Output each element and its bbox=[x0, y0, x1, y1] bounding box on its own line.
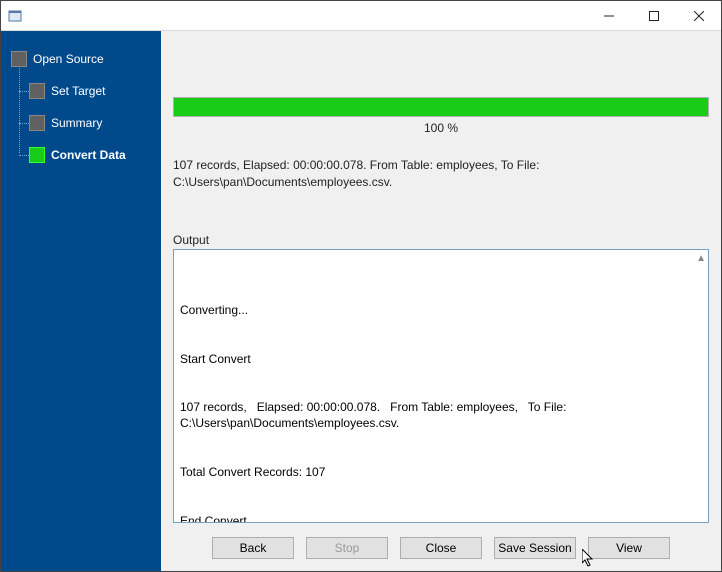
close-button[interactable] bbox=[676, 1, 721, 30]
step-icon bbox=[29, 115, 45, 131]
sidebar-item-label: Set Target bbox=[51, 84, 105, 98]
progress-bar bbox=[173, 97, 709, 117]
view-button[interactable]: View bbox=[588, 537, 670, 559]
step-icon-active bbox=[29, 147, 45, 163]
sidebar-item-set-target[interactable]: Set Target bbox=[9, 75, 161, 107]
app-icon bbox=[7, 8, 23, 24]
back-button[interactable]: Back bbox=[212, 537, 294, 559]
window-titlebar bbox=[1, 1, 721, 31]
output-line: Total Convert Records: 107 bbox=[180, 464, 702, 480]
output-line: Start Convert bbox=[180, 351, 702, 367]
maximize-button[interactable] bbox=[631, 1, 676, 30]
sidebar-item-convert-data[interactable]: Convert Data bbox=[9, 139, 161, 171]
output-line: Converting... bbox=[180, 302, 702, 318]
scroll-up-icon[interactable]: ▲ bbox=[696, 252, 706, 266]
window-controls bbox=[586, 1, 721, 30]
save-session-button[interactable]: Save Session bbox=[494, 537, 576, 559]
button-bar: Back Stop Close Save Session View bbox=[173, 523, 709, 563]
progress-bar-fill bbox=[174, 98, 708, 116]
output-line: 107 records, Elapsed: 00:00:00.078. From… bbox=[180, 399, 702, 431]
sidebar-item-label: Convert Data bbox=[51, 148, 126, 162]
main-panel: 100 % 107 records, Elapsed: 00:00:00.078… bbox=[161, 31, 721, 571]
progress-percent-label: 100 % bbox=[173, 121, 709, 135]
close-action-button[interactable]: Close bbox=[400, 537, 482, 559]
output-textarea[interactable]: ▲ Converting... Start Convert 107 record… bbox=[173, 249, 709, 523]
sidebar-item-label: Summary bbox=[51, 116, 102, 130]
output-line: End Convert bbox=[180, 513, 702, 523]
wizard-sidebar: Open Source Set Target Summary Convert D… bbox=[1, 31, 161, 571]
sidebar-item-open-source[interactable]: Open Source bbox=[9, 43, 161, 75]
output-label: Output bbox=[173, 233, 709, 247]
sidebar-item-label: Open Source bbox=[33, 52, 104, 66]
conversion-status-text: 107 records, Elapsed: 00:00:00.078. From… bbox=[173, 157, 709, 191]
sidebar-item-summary[interactable]: Summary bbox=[9, 107, 161, 139]
minimize-button[interactable] bbox=[586, 1, 631, 30]
step-icon bbox=[11, 51, 27, 67]
stop-button[interactable]: Stop bbox=[306, 537, 388, 559]
step-icon bbox=[29, 83, 45, 99]
